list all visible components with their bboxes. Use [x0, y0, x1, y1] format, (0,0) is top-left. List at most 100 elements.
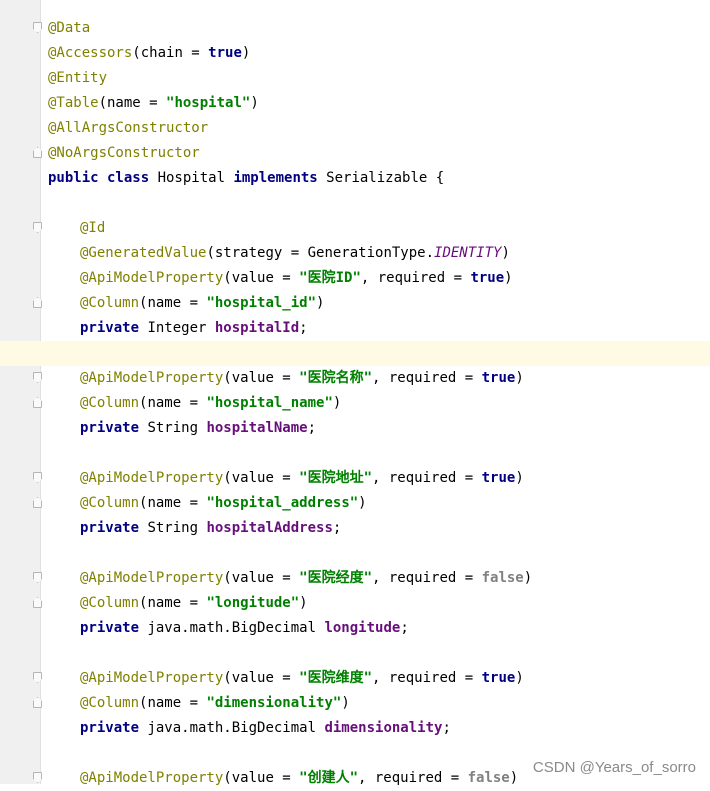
code-text: @ApiModelProperty(value = "医院地址", requir… — [80, 466, 524, 491]
code-token: true — [470, 270, 505, 286]
code-line[interactable]: @ApiModelProperty(value = "医院经度", requir… — [0, 566, 710, 591]
code-line[interactable]: private String hospitalAddress; — [0, 516, 710, 541]
fold-open-icon[interactable] — [33, 572, 42, 583]
code-line[interactable]: @Column(name = "longitude") — [0, 591, 710, 616]
code-token: "医院地址" — [299, 470, 373, 486]
code-token: private — [80, 720, 148, 736]
code-line[interactable]: private String hospitalName; — [0, 416, 710, 441]
code-text: @ApiModelProperty(value = "医院经度", requir… — [80, 566, 532, 591]
code-line[interactable]: @Accessors(chain = true) — [0, 41, 710, 66]
code-token: ) — [504, 270, 513, 286]
code-line[interactable]: @AllArgsConstructor — [0, 116, 710, 141]
code-text: private java.math.BigDecimal dimensional… — [80, 716, 451, 741]
code-line[interactable] — [0, 191, 710, 216]
code-token: @Entity — [48, 70, 108, 86]
code-token: String — [147, 420, 207, 436]
code-token: (name = — [139, 395, 207, 411]
code-line[interactable]: @NoArgsConstructor — [0, 141, 710, 166]
code-line[interactable]: private java.math.BigDecimal longitude; — [0, 616, 710, 641]
code-line[interactable] — [0, 341, 710, 366]
code-token: hospitalAddress — [206, 520, 333, 536]
code-text: @Id — [80, 216, 105, 241]
code-line[interactable]: @Column(name = "hospital_id") — [0, 291, 710, 316]
code-line[interactable]: private Integer hospitalId; — [0, 316, 710, 341]
code-token: ) — [515, 470, 524, 486]
code-token: ) — [299, 595, 308, 611]
code-token: java.math.BigDecimal — [147, 620, 325, 636]
code-token: @Column — [80, 595, 140, 611]
code-token: ) — [501, 245, 510, 261]
code-token: true — [481, 370, 516, 386]
code-text: @Column(name = "hospital_name") — [80, 391, 341, 416]
code-token: @Column — [80, 395, 140, 411]
fold-close-icon[interactable] — [33, 147, 42, 158]
code-token: private — [80, 620, 148, 636]
code-text: @Column(name = "hospital_id") — [80, 291, 324, 316]
code-text: @NoArgsConstructor — [48, 141, 200, 166]
code-token: (name = — [139, 695, 207, 711]
code-line[interactable]: @Column(name = "hospital_address") — [0, 491, 710, 516]
code-token: ) — [515, 670, 524, 686]
code-text: @ApiModelProperty(value = "医院ID", requir… — [80, 266, 513, 291]
code-text: @ApiModelProperty(value = "创建人", require… — [80, 766, 518, 791]
fold-open-icon[interactable] — [33, 222, 42, 233]
fold-open-icon[interactable] — [33, 472, 42, 483]
code-text: @GeneratedValue(strategy = GenerationTyp… — [80, 241, 510, 266]
code-line[interactable]: @GeneratedValue(strategy = GenerationTyp… — [0, 241, 710, 266]
code-token: "hospital_name" — [206, 395, 333, 411]
fold-close-icon[interactable] — [33, 597, 42, 608]
code-token: ) — [332, 395, 342, 411]
code-line[interactable]: @Table(name = "hospital") — [0, 91, 710, 116]
code-line[interactable]: @Data — [0, 16, 710, 41]
code-line[interactable]: @ApiModelProperty(value = "医院维度", requir… — [0, 666, 710, 691]
fold-close-icon[interactable] — [33, 297, 42, 308]
code-line[interactable]: @Id — [0, 216, 710, 241]
code-line[interactable] — [0, 641, 710, 666]
code-line[interactable] — [0, 541, 710, 566]
code-token: dimensionality — [324, 720, 443, 736]
code-token: true — [208, 45, 242, 61]
code-token: IDENTITY — [434, 245, 502, 261]
code-token: "longitude" — [206, 595, 300, 611]
code-token: public class — [48, 170, 158, 186]
fold-close-icon[interactable] — [33, 397, 42, 408]
code-text: @ApiModelProperty(value = "医院维度", requir… — [80, 666, 524, 691]
fold-open-icon[interactable] — [33, 672, 42, 683]
code-token: "医院维度" — [299, 670, 373, 686]
code-token: (name = — [139, 595, 207, 611]
code-token: @Table — [48, 95, 99, 111]
fold-open-icon[interactable] — [33, 372, 42, 383]
code-line[interactable]: @Entity — [0, 66, 710, 91]
code-line[interactable] — [0, 441, 710, 466]
code-token: Integer — [147, 320, 215, 336]
fold-open-icon[interactable] — [33, 772, 42, 783]
code-token: @NoArgsConstructor — [48, 145, 200, 161]
code-line[interactable]: @Column(name = "dimensionality") — [0, 691, 710, 716]
code-text: @Column(name = "longitude") — [80, 591, 308, 616]
fold-close-icon[interactable] — [33, 697, 42, 708]
code-token: , required = — [372, 370, 482, 386]
code-text: @Data — [48, 16, 90, 41]
code-line[interactable]: @ApiModelProperty(value = "医院名称", requir… — [0, 366, 710, 391]
fold-close-icon[interactable] — [33, 497, 42, 508]
code-line[interactable]: @ApiModelProperty(value = "医院ID", requir… — [0, 266, 710, 291]
code-token: "医院名称" — [299, 370, 373, 386]
code-token: , required = — [372, 470, 482, 486]
code-line[interactable]: public class Hospital implements Seriali… — [0, 166, 710, 191]
code-line[interactable]: @Column(name = "hospital_name") — [0, 391, 710, 416]
code-text: public class Hospital implements Seriali… — [48, 166, 444, 191]
code-token: (name = — [139, 295, 207, 311]
code-text: @ApiModelProperty(value = "医院名称", requir… — [80, 366, 524, 391]
code-token: true — [481, 670, 516, 686]
fold-open-icon[interactable] — [33, 22, 42, 33]
code-token: ) — [241, 45, 251, 61]
code-editor[interactable]: @Data @Accessors(chain = true) @Entity @Tab… — [0, 16, 710, 791]
code-line[interactable]: private java.math.BigDecimal dimensional… — [0, 716, 710, 741]
code-token: (name = — [98, 95, 167, 111]
code-token: "hospital" — [166, 95, 251, 111]
code-line[interactable]: @ApiModelProperty(value = "医院地址", requir… — [0, 466, 710, 491]
code-token: "hospital_address" — [206, 495, 359, 511]
code-token: implements — [233, 170, 327, 186]
code-text: private String hospitalAddress; — [80, 516, 341, 541]
code-text: private Integer hospitalId; — [80, 316, 308, 341]
